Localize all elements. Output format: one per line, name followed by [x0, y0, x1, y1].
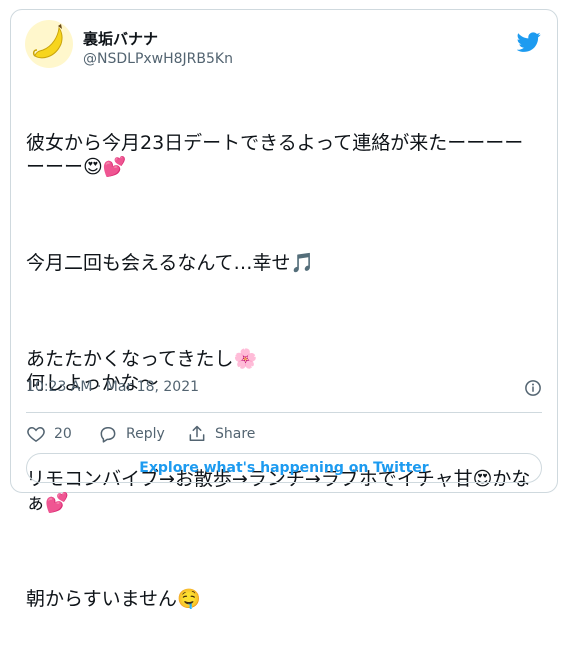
banana-icon: [32, 24, 63, 59]
like-button[interactable]: 20: [26, 423, 72, 445]
tweet-actions: 20 Reply Share: [26, 423, 542, 445]
share-label: Share: [215, 426, 256, 442]
divider: [26, 412, 542, 413]
tweet-text: 彼女から今月23日デートできるよって連絡が来たーーーーーーー😍💕 今月二回も会え…: [26, 83, 541, 659]
tweet-header: 裏垢バナナ @NSDLPxwH8JRB5Kn: [25, 20, 543, 72]
explore-label: Explore what's happening on Twitter: [139, 460, 429, 476]
explore-button[interactable]: Explore what's happening on Twitter: [26, 453, 542, 483]
info-icon[interactable]: [524, 379, 542, 397]
like-count: 20: [54, 426, 72, 442]
reply-label: Reply: [126, 426, 165, 442]
tweet-paragraph: 朝からすいません🤤: [26, 588, 201, 610]
tweet-paragraph: 今月二回も会えるなんて…幸せ🎵: [26, 252, 315, 274]
reply-button[interactable]: Reply: [98, 423, 165, 445]
display-name[interactable]: 裏垢バナナ: [83, 28, 158, 49]
avatar[interactable]: [25, 20, 73, 68]
tweet-meta: 10:23 AM · Mar 18, 2021: [26, 379, 542, 399]
user-handle[interactable]: @NSDLPxwH8JRB5Kn: [83, 51, 233, 67]
reply-icon: [100, 427, 116, 443]
timestamp-link[interactable]: 10:23 AM · Mar 18, 2021: [26, 379, 199, 395]
tweet-card: 裏垢バナナ @NSDLPxwH8JRB5Kn 彼女から今月23日デートできるよっ…: [10, 9, 558, 610]
tweet-paragraph: 彼女から今月23日デートできるよって連絡が来たーーーーーーー😍💕: [26, 132, 524, 178]
twitter-bird-icon[interactable]: [517, 30, 541, 54]
heart-icon: [27, 426, 45, 442]
share-button[interactable]: Share: [187, 423, 255, 445]
share-icon: [189, 425, 205, 441]
